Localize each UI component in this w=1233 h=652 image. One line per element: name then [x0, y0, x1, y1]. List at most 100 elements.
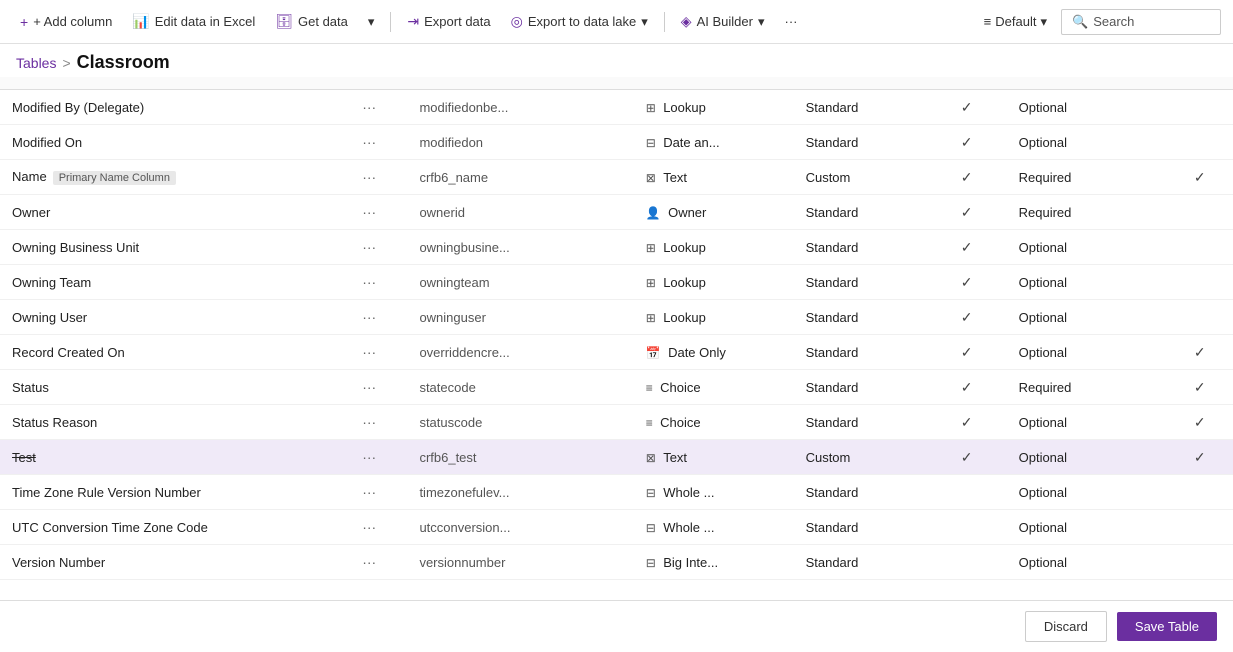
row-more-button[interactable]: ···	[358, 447, 380, 467]
table-row: Owner···ownerid👤 OwnerStandard✓Required	[0, 195, 1233, 230]
checkmark-icon: ✓	[961, 204, 973, 220]
row-check1: ✓	[927, 265, 1007, 300]
search-icon: 🔍	[1072, 14, 1088, 30]
row-more-button[interactable]: ···	[358, 307, 380, 327]
type-icon: ⊟	[646, 136, 659, 150]
get-data-button[interactable]: 🗄 Get data	[267, 8, 356, 35]
row-more-button[interactable]: ···	[358, 272, 380, 292]
col-header-check1	[927, 77, 1007, 90]
lake-icon: ◎	[511, 13, 523, 30]
checkmark-icon: ✓	[961, 309, 973, 325]
row-requirement: Optional	[1007, 440, 1167, 475]
dropdown-get-data-button[interactable]: ▾	[360, 9, 383, 35]
row-check2	[1166, 510, 1233, 545]
row-check1	[927, 545, 1007, 580]
col-header-logical	[407, 77, 633, 90]
breadcrumb-tables[interactable]: Tables	[16, 55, 56, 71]
table-area: Modified By (Delegate)···modifiedonbe...…	[0, 77, 1233, 600]
col-header-name	[0, 77, 346, 90]
row-check2: ✓	[1166, 440, 1233, 475]
type-icon: 📅	[646, 346, 664, 360]
export-data-button[interactable]: ⇥ Export data	[399, 8, 498, 35]
row-managed: Custom	[794, 440, 927, 475]
row-check2	[1166, 265, 1233, 300]
breadcrumb: Tables > Classroom	[0, 44, 1233, 77]
row-more-button[interactable]: ···	[358, 342, 380, 362]
checkmark-icon: ✓	[961, 274, 973, 290]
ai-builder-button[interactable]: ◈ AI Builder ▾	[673, 8, 773, 35]
row-requirement: Optional	[1007, 335, 1167, 370]
row-requirement: Optional	[1007, 125, 1167, 160]
type-icon: 👤	[646, 206, 664, 220]
row-logical-name: statecode	[407, 370, 633, 405]
row-more-button[interactable]: ···	[358, 202, 380, 222]
row-requirement: Required	[1007, 160, 1167, 195]
row-logical-name: ownerid	[407, 195, 633, 230]
save-table-button[interactable]: Save Table	[1117, 612, 1217, 641]
checkmark-icon: ✓	[961, 99, 973, 115]
table-header-row	[0, 77, 1233, 90]
row-check1: ✓	[927, 440, 1007, 475]
type-icon: ⊠	[646, 171, 659, 185]
row-more-button[interactable]: ···	[358, 167, 380, 187]
row-display-name: Status Reason	[12, 415, 97, 430]
type-icon: ⊞	[646, 311, 659, 325]
table-row: Modified By (Delegate)···modifiedonbe...…	[0, 90, 1233, 125]
edit-excel-button[interactable]: 📊 Edit data in Excel	[124, 8, 263, 35]
row-managed: Standard	[794, 230, 927, 265]
add-icon: +	[20, 14, 28, 30]
row-more-button[interactable]: ···	[358, 517, 380, 537]
excel-icon: 📊	[132, 13, 149, 30]
row-display-name: Modified By (Delegate)	[12, 100, 144, 115]
row-display-name: UTC Conversion Time Zone Code	[12, 520, 208, 535]
row-check1	[927, 475, 1007, 510]
row-logical-name: overriddencrе...	[407, 335, 633, 370]
default-button[interactable]: ≡ Default ▾	[974, 9, 1057, 35]
row-check1: ✓	[927, 90, 1007, 125]
row-logical-name: versionnumber	[407, 545, 633, 580]
row-display-name: Owning User	[12, 310, 87, 325]
row-more-button[interactable]: ···	[358, 552, 380, 572]
ai-icon: ◈	[681, 13, 692, 30]
table-row: UTC Conversion Time Zone Code ··· utcconve…	[0, 510, 1233, 545]
row-logical-name: timezonefulev...	[407, 475, 633, 510]
row-more-button[interactable]: ···	[358, 377, 380, 397]
row-more-button[interactable]: ···	[358, 237, 380, 257]
row-requirement: Optional	[1007, 300, 1167, 335]
data-icon: 🗄	[275, 13, 293, 30]
row-logical-name: statuscode	[407, 405, 633, 440]
row-check1: ✓	[927, 370, 1007, 405]
row-managed: Standard	[794, 335, 927, 370]
row-display-name: Owning Team	[12, 275, 91, 290]
row-type: ⊞ Lookup	[634, 230, 794, 265]
row-logical-name: owningbusine...	[407, 230, 633, 265]
row-managed: Standard	[794, 90, 927, 125]
add-column-button[interactable]: + + Add column	[12, 9, 120, 35]
discard-button[interactable]: Discard	[1025, 611, 1107, 642]
row-type: ⊟ Big Inte...	[634, 545, 794, 580]
type-icon: ⊞	[646, 101, 659, 115]
row-more-button[interactable]: ···	[358, 412, 380, 432]
breadcrumb-current: Classroom	[77, 52, 170, 73]
more-button[interactable]: ···	[776, 9, 805, 34]
row-logical-name: utcconversion...	[407, 510, 633, 545]
row-more-button[interactable]: ···	[358, 97, 380, 117]
checkmark-icon: ✓	[961, 344, 973, 360]
row-more-button[interactable]: ···	[358, 482, 380, 502]
checkmark-icon: ✓	[961, 379, 973, 395]
row-managed: Standard	[794, 510, 927, 545]
row-check2	[1166, 475, 1233, 510]
table-row: Owning Business Unit ··· owningbusine...⊞ …	[0, 230, 1233, 265]
row-display-name: Owning Business Unit	[12, 240, 139, 255]
type-icon: ⊞	[646, 241, 659, 255]
row-display-name: Owner	[12, 205, 50, 220]
table-row: Test···crfb6_test⊠ TextCustom✓Optional✓	[0, 440, 1233, 475]
export-lake-button[interactable]: ◎ Export to data lake ▾	[503, 8, 656, 35]
row-more-button[interactable]: ···	[358, 132, 380, 152]
search-box[interactable]: 🔍 Search	[1061, 9, 1221, 35]
type-icon: ⊟	[646, 556, 659, 570]
checkmark2-icon: ✓	[1194, 379, 1206, 395]
chevron-down-icon-default: ▾	[1040, 14, 1047, 30]
export-icon: ⇥	[407, 13, 419, 30]
row-managed: Standard	[794, 265, 927, 300]
